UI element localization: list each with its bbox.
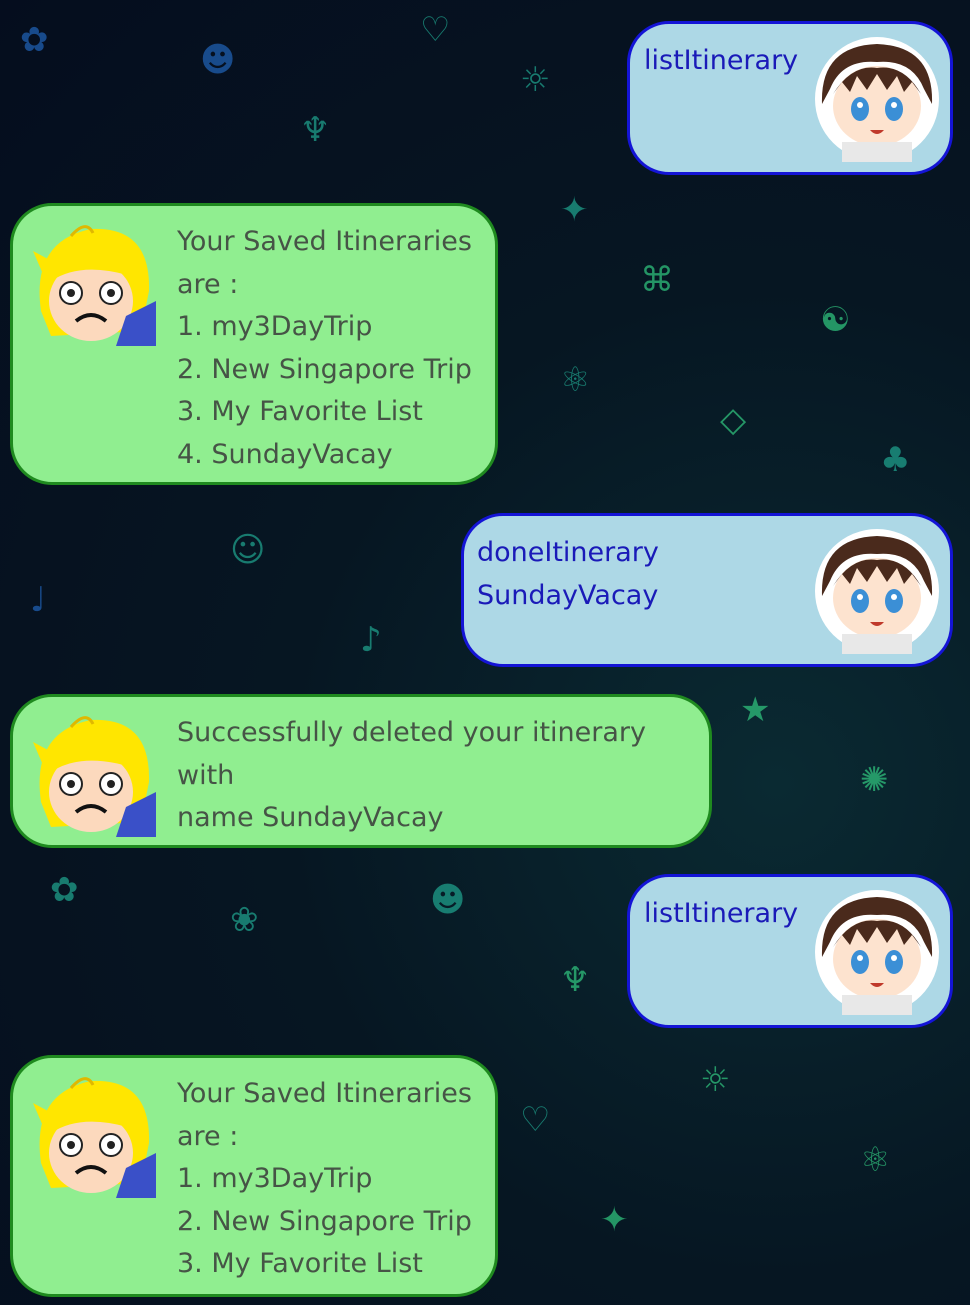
user-avatar-icon	[815, 37, 939, 162]
pattern-icon: ⚛	[560, 360, 591, 400]
bot-avatar-icon	[33, 1077, 156, 1198]
bot-avatar-icon	[33, 225, 156, 346]
pattern-icon: ★	[740, 690, 771, 730]
pattern-icon: ♡	[520, 1100, 551, 1140]
user-avatar-icon	[815, 890, 939, 1015]
message-text: doneItinerary SundayVacay	[477, 537, 659, 611]
message-text: listItinerary	[644, 45, 799, 76]
pattern-icon: ♣	[880, 440, 911, 480]
message-text: Your Saved Itineraries are : 1. my3DayTr…	[177, 1078, 472, 1279]
user-message: listItinerary	[627, 874, 953, 1028]
bot-message: Your Saved Itineraries are : 1. my3DayTr…	[10, 203, 498, 485]
user-message: listItinerary	[627, 21, 953, 175]
pattern-icon: ◇	[720, 400, 747, 440]
pattern-icon: ❀	[230, 900, 259, 940]
pattern-icon: ⌘	[640, 260, 674, 300]
pattern-icon: ♆	[560, 960, 591, 1000]
pattern-icon: ☼	[520, 60, 551, 100]
pattern-icon: ♩	[30, 580, 47, 620]
message-text: Your Saved Itineraries are : 1. my3DayTr…	[177, 226, 472, 470]
pattern-icon: ✿	[50, 870, 79, 910]
pattern-icon: ✦	[600, 1200, 629, 1240]
pattern-icon: ✦	[560, 190, 589, 230]
pattern-icon: ☻	[430, 880, 466, 920]
pattern-icon: ☼	[700, 1060, 731, 1100]
pattern-icon: ♪	[360, 620, 382, 660]
pattern-icon: ☺	[230, 530, 266, 570]
pattern-icon: ♡	[420, 10, 451, 50]
message-text: listItinerary	[644, 898, 799, 929]
pattern-icon: ✿	[20, 20, 49, 60]
pattern-icon: ☯	[820, 300, 851, 340]
message-text: Successfully deleted your itinerary with…	[177, 717, 646, 833]
bot-avatar-icon	[33, 716, 156, 837]
pattern-icon: ✺	[860, 760, 889, 800]
bot-message: Your Saved Itineraries are : 1. my3DayTr…	[10, 1055, 498, 1297]
pattern-icon: ☻	[200, 40, 236, 80]
user-avatar-icon	[815, 529, 939, 654]
pattern-icon: ⚛	[860, 1140, 891, 1180]
user-message: doneItinerary SundayVacay	[461, 513, 953, 667]
bot-message: Successfully deleted your itinerary with…	[10, 694, 712, 848]
pattern-icon: ♆	[300, 110, 331, 150]
